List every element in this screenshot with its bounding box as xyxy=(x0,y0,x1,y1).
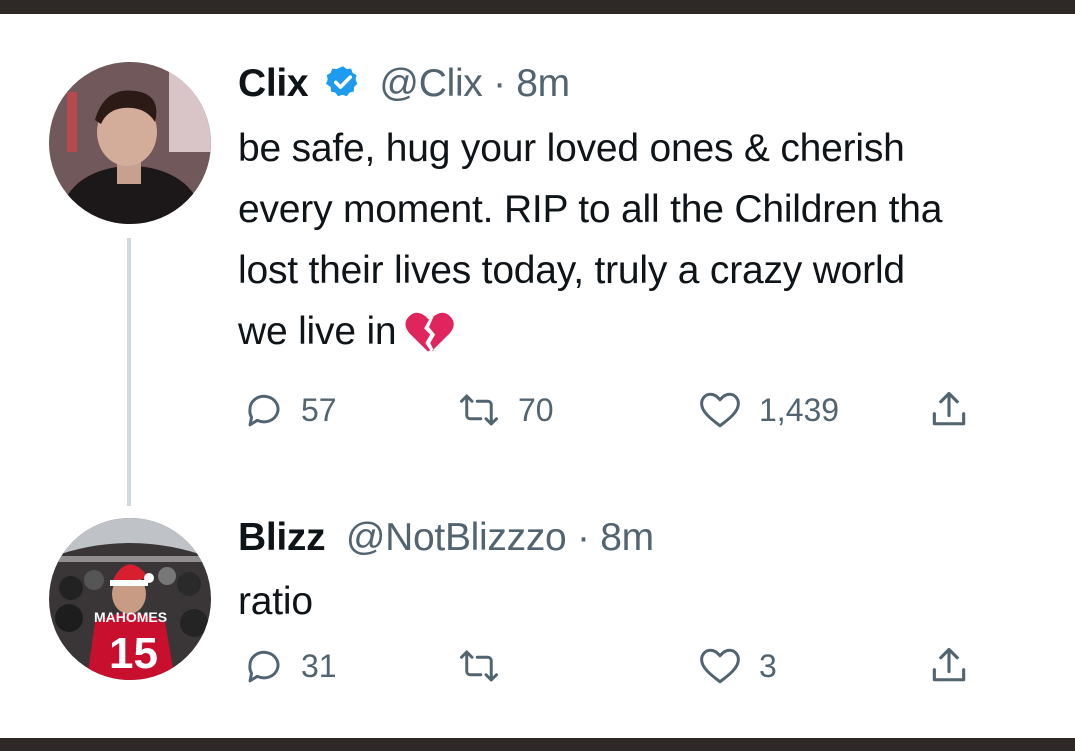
avatar-photo xyxy=(49,62,211,224)
tweet-text-line: ratio xyxy=(238,580,313,623)
reply-icon xyxy=(248,394,280,427)
share-icon xyxy=(932,647,966,682)
like-count: 3 xyxy=(759,647,777,684)
display-name[interactable]: Blizz xyxy=(238,516,326,559)
tweet-text-line: every moment. RIP to all the Children th… xyxy=(238,188,943,231)
timestamp[interactable]: 8m xyxy=(600,516,654,559)
retweet-icon xyxy=(460,394,498,426)
tweet-text-line: lost their lives today, truly a crazy wo… xyxy=(238,249,905,292)
reply-count: 57 xyxy=(301,391,337,428)
heart-icon xyxy=(700,392,740,428)
reply-icon xyxy=(248,650,280,683)
reply-button[interactable]: 31 xyxy=(243,645,337,687)
heart-icon xyxy=(700,648,740,684)
avatar[interactable]: MAHOMES 15 xyxy=(49,518,211,680)
tweet-thread: Clix @Clix · 8m be safe, hug your loved … xyxy=(0,14,1075,738)
share-button[interactable] xyxy=(926,388,972,432)
share-button[interactable] xyxy=(926,644,972,688)
display-name[interactable]: Clix xyxy=(238,62,309,105)
reply-count: 31 xyxy=(301,647,337,684)
verified-badge-icon xyxy=(325,66,358,97)
avatar-jersey-number: 15 xyxy=(109,629,158,678)
reply-button[interactable]: 57 xyxy=(243,389,337,431)
tweet-text-line: be safe, hug your loved ones & cherish xyxy=(238,127,905,170)
tweet-header: Blizz @NotBlizzzo · 8m xyxy=(238,514,654,562)
like-count: 1,439 xyxy=(759,391,840,428)
retweet-button[interactable]: 70 xyxy=(456,389,554,431)
avatar[interactable] xyxy=(49,62,211,224)
broken-heart-emoji-icon xyxy=(405,312,455,352)
tweet-text-line: we live in xyxy=(238,310,397,353)
tweet-text: ratio xyxy=(238,571,1075,632)
retweet-button[interactable] xyxy=(456,645,518,687)
timestamp[interactable]: 8m xyxy=(516,62,570,105)
like-button[interactable]: 1,439 xyxy=(697,389,839,431)
retweet-count: 70 xyxy=(518,391,554,428)
separator: · xyxy=(493,62,506,105)
handle[interactable]: @Clix xyxy=(379,62,482,105)
thread-line xyxy=(127,238,131,506)
tweet-header: Clix @Clix · 8m xyxy=(238,60,570,108)
avatar-jersey-text: MAHOMES xyxy=(94,609,167,625)
avatar-photo: MAHOMES 15 xyxy=(49,518,211,680)
handle[interactable]: @NotBlizzzo xyxy=(346,516,567,559)
tweet-text: be safe, hug your loved ones & cherish e… xyxy=(238,118,1075,362)
like-button[interactable]: 3 xyxy=(697,645,777,687)
share-icon xyxy=(932,391,966,426)
separator: · xyxy=(576,516,590,559)
retweet-icon xyxy=(460,650,498,682)
